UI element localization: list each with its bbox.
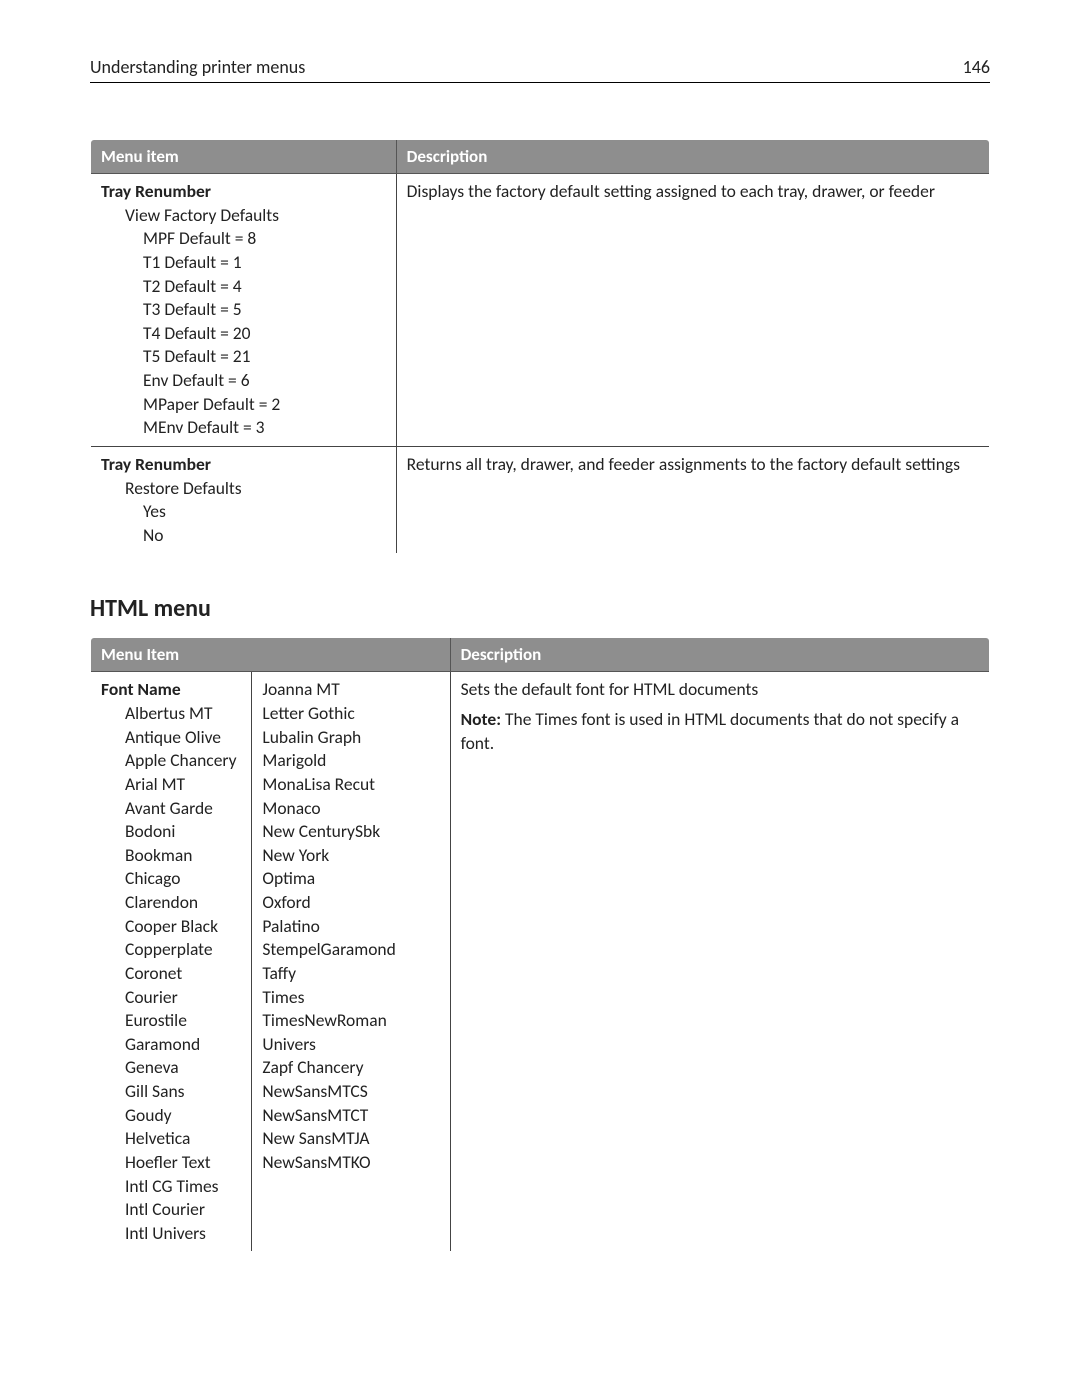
- table-row: Tray RenumberRestore DefaultsYesNoReturn…: [91, 446, 990, 554]
- menu-item-subtitle: Restore Defaults: [101, 477, 386, 501]
- font-option: Times: [262, 986, 439, 1010]
- font-option: Cooper Black: [101, 915, 241, 939]
- font-option: Chicago: [101, 867, 241, 891]
- menu-item-option: T3 Default = 5: [101, 298, 386, 322]
- menu-item-option: No: [101, 524, 386, 548]
- menu-item-cell: Tray RenumberRestore DefaultsYesNo: [91, 446, 397, 554]
- font-option: Arial MT: [101, 773, 241, 797]
- table1-header-description: Description: [396, 140, 989, 174]
- font-option: Taffy: [262, 962, 439, 986]
- font-option: Marigold: [262, 749, 439, 773]
- note-text: The Times font is used in HTML documents…: [461, 708, 959, 754]
- font-option: Optima: [262, 867, 439, 891]
- desc-note: Note: The Times font is used in HTML doc…: [461, 708, 979, 755]
- menu-item-title: Tray Renumber: [101, 453, 386, 477]
- font-option: TimesNewRoman: [262, 1009, 439, 1033]
- desc-line: Sets the default font for HTML documents: [461, 678, 979, 702]
- font-option: Monaco: [262, 797, 439, 821]
- font-option: Garamond: [101, 1033, 241, 1057]
- running-header: Understanding printer menus 146: [90, 56, 990, 83]
- font-list-col1: Font NameAlbertus MTAntique OliveApple C…: [91, 672, 252, 1251]
- font-option: Apple Chancery: [101, 749, 241, 773]
- menu-item-option: T1 Default = 1: [101, 251, 386, 275]
- font-option: Courier: [101, 986, 241, 1010]
- font-option: NewSansMTCS: [262, 1080, 439, 1104]
- font-option: Zapf Chancery: [262, 1056, 439, 1080]
- tray-renumber-table: Menu item Description Tray RenumberView …: [90, 139, 990, 554]
- font-option: New York: [262, 844, 439, 868]
- font-option: Univers: [262, 1033, 439, 1057]
- menu-item-option: MPF Default = 8: [101, 227, 386, 251]
- font-option: MonaLisa Recut: [262, 773, 439, 797]
- font-option: Bookman: [101, 844, 241, 868]
- page-number: 146: [963, 56, 990, 78]
- menu-item-option: Env Default = 6: [101, 369, 386, 393]
- header-title: Understanding printer menus: [90, 56, 305, 78]
- note-label: Note:: [461, 708, 501, 730]
- font-name-title: Font Name: [101, 678, 241, 702]
- font-option: New SansMTJA: [262, 1127, 439, 1151]
- description-cell: Returns all tray, drawer, and feeder ass…: [396, 446, 989, 554]
- menu-item-cell: Tray RenumberView Factory DefaultsMPF De…: [91, 174, 397, 447]
- font-option: StempelGaramond: [262, 938, 439, 962]
- font-option: Antique Olive: [101, 726, 241, 750]
- menu-item-subtitle: View Factory Defaults: [101, 204, 386, 228]
- font-option: Geneva: [101, 1056, 241, 1080]
- table-row: Font NameAlbertus MTAntique OliveApple C…: [91, 672, 990, 1252]
- menu-item-title: Tray Renumber: [101, 180, 386, 204]
- font-option: Hoefler Text: [101, 1151, 241, 1175]
- font-option: Oxford: [262, 891, 439, 915]
- font-option: Intl Courier: [101, 1198, 241, 1222]
- menu-item-option: MPaper Default = 2: [101, 393, 386, 417]
- font-option: Bodoni: [101, 820, 241, 844]
- font-option: Palatino: [262, 915, 439, 939]
- font-option: NewSansMTCT: [262, 1104, 439, 1128]
- menu-item-option: MEnv Default = 3: [101, 416, 386, 440]
- html-menu-heading: HTML menu: [90, 594, 990, 623]
- menu-item-option: T4 Default = 20: [101, 322, 386, 346]
- font-option: Gill Sans: [101, 1080, 241, 1104]
- font-option: Joanna MT: [262, 678, 439, 702]
- font-option: Albertus MT: [101, 702, 241, 726]
- description-cell: Displays the factory default setting ass…: [396, 174, 989, 447]
- font-option: Avant Garde: [101, 797, 241, 821]
- table1-header-menu-item: Menu item: [91, 140, 397, 174]
- font-option: Clarendon: [101, 891, 241, 915]
- font-option: NewSansMTKO: [262, 1151, 439, 1175]
- font-option: Helvetica: [101, 1127, 241, 1151]
- font-option: Letter Gothic: [262, 702, 439, 726]
- table2-header-description: Description: [450, 638, 989, 672]
- menu-item-option: T2 Default = 4: [101, 275, 386, 299]
- table-row: Tray RenumberView Factory DefaultsMPF De…: [91, 174, 990, 447]
- font-option: New CenturySbk: [262, 820, 439, 844]
- font-option: Copperplate: [101, 938, 241, 962]
- font-list-col2: Joanna MTLetter GothicLubalin GraphMarig…: [252, 672, 449, 1251]
- menu-item-option: Yes: [101, 500, 386, 524]
- font-name-description: Sets the default font for HTML documents…: [450, 672, 989, 1252]
- font-option: Intl Univers: [101, 1222, 241, 1246]
- table2-header-menu-item: Menu Item: [91, 638, 451, 672]
- font-option: Goudy: [101, 1104, 241, 1128]
- font-option: Eurostile: [101, 1009, 241, 1033]
- font-option: Intl CG Times: [101, 1175, 241, 1199]
- font-option: Lubalin Graph: [262, 726, 439, 750]
- font-option: Coronet: [101, 962, 241, 986]
- menu-item-option: T5 Default = 21: [101, 345, 386, 369]
- html-menu-table: Menu Item Description Font NameAlbertus …: [90, 637, 990, 1252]
